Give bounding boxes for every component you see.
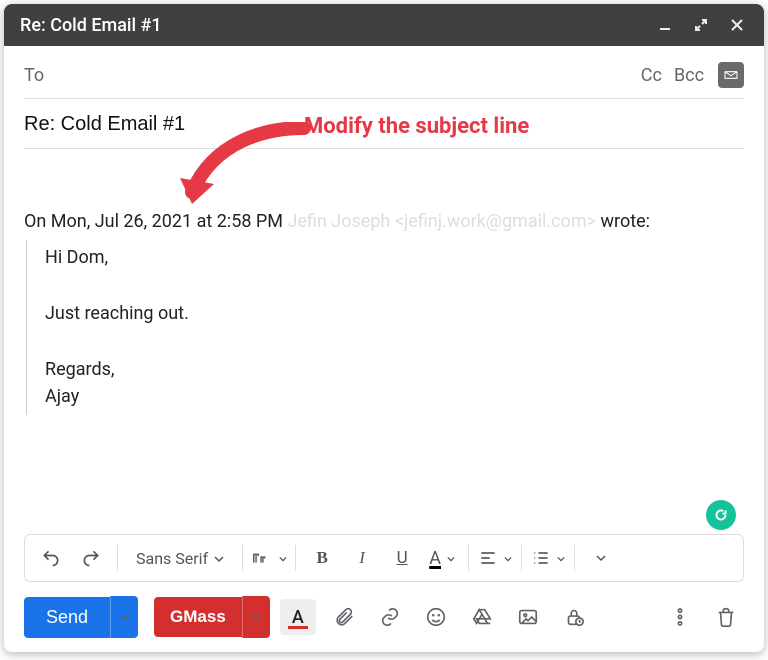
align-button[interactable] — [477, 540, 513, 576]
quote-line: Regards, — [45, 356, 744, 384]
quote-intro-suffix: wrote: — [596, 211, 650, 232]
more-options-button[interactable] — [662, 599, 698, 635]
chevron-down-icon — [557, 548, 565, 568]
gmass-extension-icon[interactable] — [718, 62, 744, 88]
gmass-options-button[interactable] — [242, 596, 270, 638]
gmass-button[interactable]: GMass — [154, 597, 242, 637]
list-button[interactable] — [530, 540, 566, 576]
send-options-button[interactable] — [110, 596, 138, 638]
to-label[interactable]: To — [24, 65, 44, 86]
recipients-row: To Cc Bcc — [24, 46, 744, 99]
send-button[interactable]: Send — [24, 597, 110, 638]
cc-toggle[interactable]: Cc — [641, 65, 662, 86]
quote-line: Hi Dom, — [45, 244, 744, 272]
compose-window: Re: Cold Email #1 To Cc Bcc — [4, 4, 764, 652]
subject-row — [24, 99, 744, 149]
font-family-label: Sans Serif — [136, 549, 208, 568]
italic-button[interactable]: I — [344, 540, 380, 576]
more-format-button[interactable] — [583, 540, 619, 576]
insert-photo-button[interactable] — [510, 599, 546, 635]
chevron-down-icon — [214, 549, 224, 568]
quote-line — [45, 272, 744, 300]
format-toolbar: Sans Serif B I U A — [24, 534, 744, 582]
attach-file-button[interactable] — [326, 599, 362, 635]
bcc-toggle[interactable]: Bcc — [674, 65, 704, 86]
window-title: Re: Cold Email #1 — [20, 15, 640, 36]
close-button[interactable] — [726, 14, 748, 36]
font-size-button[interactable] — [251, 540, 287, 576]
formatting-toggle[interactable]: A — [280, 599, 316, 635]
chevron-down-icon — [279, 548, 287, 568]
quote-block: Hi Dom, Just reaching out. Regards,Ajay — [26, 240, 744, 415]
expand-button[interactable] — [690, 14, 712, 36]
insert-emoji-button[interactable] — [418, 599, 454, 635]
quote-sender: Jefin Joseph <jefinj.work@gmail.com> — [287, 211, 596, 232]
insert-drive-button[interactable] — [464, 599, 500, 635]
chevron-down-icon — [504, 548, 512, 568]
quote-line: Ajay — [45, 383, 744, 411]
minimize-button[interactable] — [654, 14, 676, 36]
quote-line — [45, 328, 744, 356]
discard-draft-button[interactable] — [708, 599, 744, 635]
quote-line: Just reaching out. — [45, 300, 744, 328]
subject-input[interactable] — [24, 113, 744, 136]
email-body[interactable]: On Mon, Jul 26, 2021 at 2:58 PM Jefin Jo… — [24, 149, 744, 415]
quote-intro-prefix: On Mon, Jul 26, 2021 at 2:58 PM — [24, 211, 287, 232]
redo-button[interactable] — [73, 540, 109, 576]
action-bar: Send GMass A — [24, 594, 744, 640]
font-family-select[interactable]: Sans Serif — [126, 540, 234, 576]
titlebar: Re: Cold Email #1 — [4, 4, 764, 46]
grammarly-icon[interactable] — [706, 500, 736, 530]
confidential-mode-button[interactable] — [556, 599, 592, 635]
compose-content: To Cc Bcc Modify the subject line On Mon… — [4, 46, 764, 652]
bold-button[interactable]: B — [304, 540, 340, 576]
insert-link-button[interactable] — [372, 599, 408, 635]
quote-header: On Mon, Jul 26, 2021 at 2:58 PM Jefin Jo… — [24, 211, 744, 232]
text-color-button[interactable]: A — [424, 540, 460, 576]
chevron-down-icon — [447, 548, 455, 568]
underline-button[interactable]: U — [384, 540, 420, 576]
undo-button[interactable] — [33, 540, 69, 576]
